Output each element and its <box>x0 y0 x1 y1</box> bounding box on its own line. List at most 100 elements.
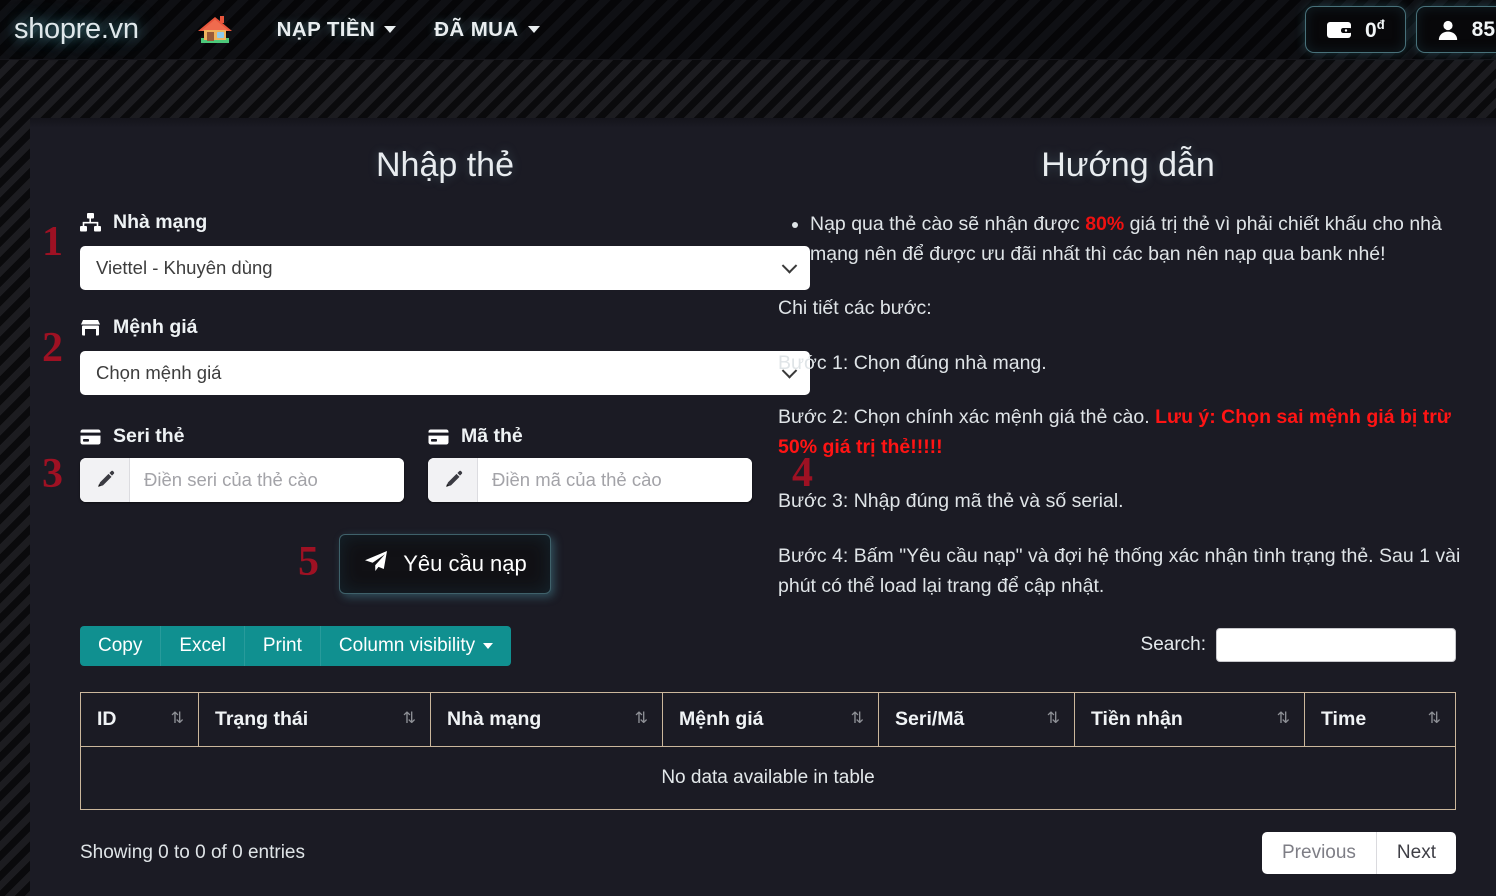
column-header-label: Mệnh giá <box>679 708 764 730</box>
column-header-nha-mang[interactable]: Nhà mạng ⇅ <box>430 692 663 747</box>
guide-bullet-highlight: 80% <box>1085 213 1125 235</box>
column-header-time[interactable]: Time ⇅ <box>1304 692 1456 747</box>
table-body: No data available in table <box>80 746 1456 810</box>
pagination: Previous Next <box>1262 832 1456 874</box>
guide-step-2: Bước 2: Chọn chính xác mệnh giá thẻ cào.… <box>778 402 1478 462</box>
user-value: 85 <box>1471 17 1495 41</box>
pen-icon <box>428 458 478 502</box>
amount-select-value: Chọn mệnh giá <box>96 362 222 383</box>
sort-icon: ⇅ <box>850 710 864 727</box>
amount-label-row: Mệnh giá <box>80 316 810 339</box>
code-label: Mã thẻ <box>461 425 523 447</box>
page-title: Nhập thẻ <box>376 146 514 184</box>
guide-step-2-text: Bước 2: Chọn chính xác mệnh giá thẻ cào. <box>778 405 1156 428</box>
guide-title: Hướng dẫn <box>1041 146 1215 184</box>
brand-logo[interactable]: shopre.vn <box>6 11 147 48</box>
nav-item-da-mua[interactable]: ĐÃ MUA <box>420 12 553 48</box>
excel-button-label: Excel <box>179 635 226 656</box>
table-head: ID ⇅ Trạng thái ⇅ Nhà mạng ⇅ Mệnh giá ⇅ <box>80 692 1456 747</box>
column-header-menh-gia[interactable]: Mệnh giá ⇅ <box>662 692 879 747</box>
serial-label: Seri thẻ <box>113 425 185 447</box>
guide-bullet-item: Nạp qua thẻ cào sẽ nhận được 80% giá trị… <box>810 209 1478 269</box>
user-account-button[interactable]: 85 <box>1415 6 1496 53</box>
print-button[interactable]: Print <box>245 626 321 666</box>
column-header-tien-nhan[interactable]: Tiền nhận ⇅ <box>1074 692 1305 747</box>
sort-icon: ⇅ <box>1276 710 1290 727</box>
column-header-seri-ma[interactable]: Seri/Mã ⇅ <box>878 692 1075 747</box>
sort-icon: ⇅ <box>634 710 648 727</box>
step-number-3: 3 <box>42 451 63 497</box>
nav-item-label: NẠP TIỀN <box>276 17 376 41</box>
guide-bullet-list: Nạp qua thẻ cào sẽ nhận được 80% giá trị… <box>778 209 1478 269</box>
nav-item-label: ĐÃ MUA <box>434 17 519 41</box>
serial-input-group <box>80 458 404 502</box>
card-entry-column: Nhập thẻ 1 Nhà mạng Viettel - Khuyên dùn… <box>42 118 810 594</box>
network-select[interactable]: Viettel - Khuyên dùng <box>80 246 810 290</box>
step-number-1: 1 <box>42 219 63 265</box>
column-header-trang-thai[interactable]: Trạng thái ⇅ <box>198 692 431 747</box>
sort-icon: ⇅ <box>1427 710 1441 727</box>
home-icon[interactable] <box>195 10 235 50</box>
network-label-row: Nhà mạng <box>80 211 810 234</box>
guide-step-4: Bước 4: Bấm "Yêu cầu nạp" và đợi hệ thốn… <box>778 544 1461 597</box>
column-header-label: Tiền nhận <box>1091 708 1183 730</box>
user-icon <box>1437 19 1459 41</box>
table-header-row: ID ⇅ Trạng thái ⇅ Nhà mạng ⇅ Mệnh giá ⇅ <box>80 692 1456 747</box>
nav-links: NẠP TIỀN ĐÃ MUA <box>263 12 554 48</box>
sort-icon: ⇅ <box>402 710 416 727</box>
paper-plane-icon <box>363 549 389 579</box>
content-panel: Nhập thẻ 1 Nhà mạng Viettel - Khuyên dùn… <box>30 118 1496 896</box>
network-label: Nhà mạng <box>113 211 208 233</box>
column-header-label: Time <box>1321 708 1367 730</box>
guide-column: Hướng dẫn Nạp qua thẻ cào sẽ nhận được 8… <box>778 118 1478 601</box>
column-visibility-label: Column visibility <box>338 635 476 656</box>
guide-step-3: Bước 3: Nhập đúng mã thẻ và số serial. <box>778 490 1124 513</box>
credit-card-icon <box>80 429 101 445</box>
chevron-down-icon <box>384 26 397 33</box>
sort-icon: ⇅ <box>170 710 184 727</box>
column-visibility-button[interactable]: Column visibility <box>321 626 511 666</box>
column-header-id[interactable]: ID ⇅ <box>80 692 199 747</box>
datatable-buttons: Copy Excel Print Column visibility <box>80 626 512 666</box>
credit-card-icon <box>428 429 449 445</box>
table-info: Showing 0 to 0 of 0 entries <box>80 842 305 863</box>
copy-button[interactable]: Copy <box>80 626 162 666</box>
column-header-label: Nhà mạng <box>447 708 542 730</box>
nav-item-nap-tien[interactable]: NẠP TIỀN <box>263 12 411 48</box>
guide-step-1: Bước 1: Chọn đúng nhà mạng. <box>778 351 1047 374</box>
column-header-label: Trạng thái <box>215 708 309 730</box>
currency-symbol: đ <box>1376 16 1385 32</box>
table-row: No data available in table <box>80 746 1456 810</box>
table-footer: Showing 0 to 0 of 0 entries Previous Nex… <box>80 832 1456 874</box>
step-number-5: 5 <box>298 539 319 585</box>
table-toolbar-row: Copy Excel Print Column visibility Searc… <box>80 626 1456 670</box>
nav-right-group: 0đ 85 <box>1305 6 1496 53</box>
amount-select[interactable]: Chọn mệnh giá <box>80 351 810 395</box>
copy-button-label: Copy <box>98 635 143 656</box>
serial-input[interactable] <box>130 458 404 502</box>
pagination-next[interactable]: Next <box>1376 832 1456 874</box>
sitemap-icon <box>80 213 101 232</box>
code-input[interactable] <box>478 458 752 502</box>
guide-intro: Chi tiết các bước: <box>778 297 932 320</box>
submit-topup-label: Yêu cầu nạp <box>403 551 527 576</box>
column-header-label: ID <box>97 708 117 730</box>
code-input-group <box>428 458 752 502</box>
submit-topup-button[interactable]: Yêu cầu nạp <box>339 534 551 594</box>
store-icon <box>80 319 101 337</box>
pagination-previous[interactable]: Previous <box>1262 832 1377 874</box>
serial-label-row: Seri thẻ <box>80 425 404 448</box>
guide-bullet-pre: Nạp qua thẻ cào sẽ nhận được <box>810 213 1086 235</box>
search-input[interactable] <box>1216 628 1456 662</box>
search-label: Search: <box>1140 634 1206 655</box>
caret-down-icon <box>483 643 494 649</box>
amount-label: Mệnh giá <box>113 316 198 338</box>
wallet-balance-button[interactable]: 0đ <box>1305 6 1406 53</box>
table-search: Search: <box>1141 628 1456 662</box>
excel-button[interactable]: Excel <box>161 626 245 666</box>
top-navbar: shopre.vn NẠP TIỀN ĐÃ MUA 0đ 85 <box>0 0 1496 60</box>
step-number-2: 2 <box>42 325 63 371</box>
column-header-label: Seri/Mã <box>895 708 965 730</box>
chevron-down-icon <box>527 26 540 33</box>
code-label-row: Mã thẻ <box>428 425 752 448</box>
